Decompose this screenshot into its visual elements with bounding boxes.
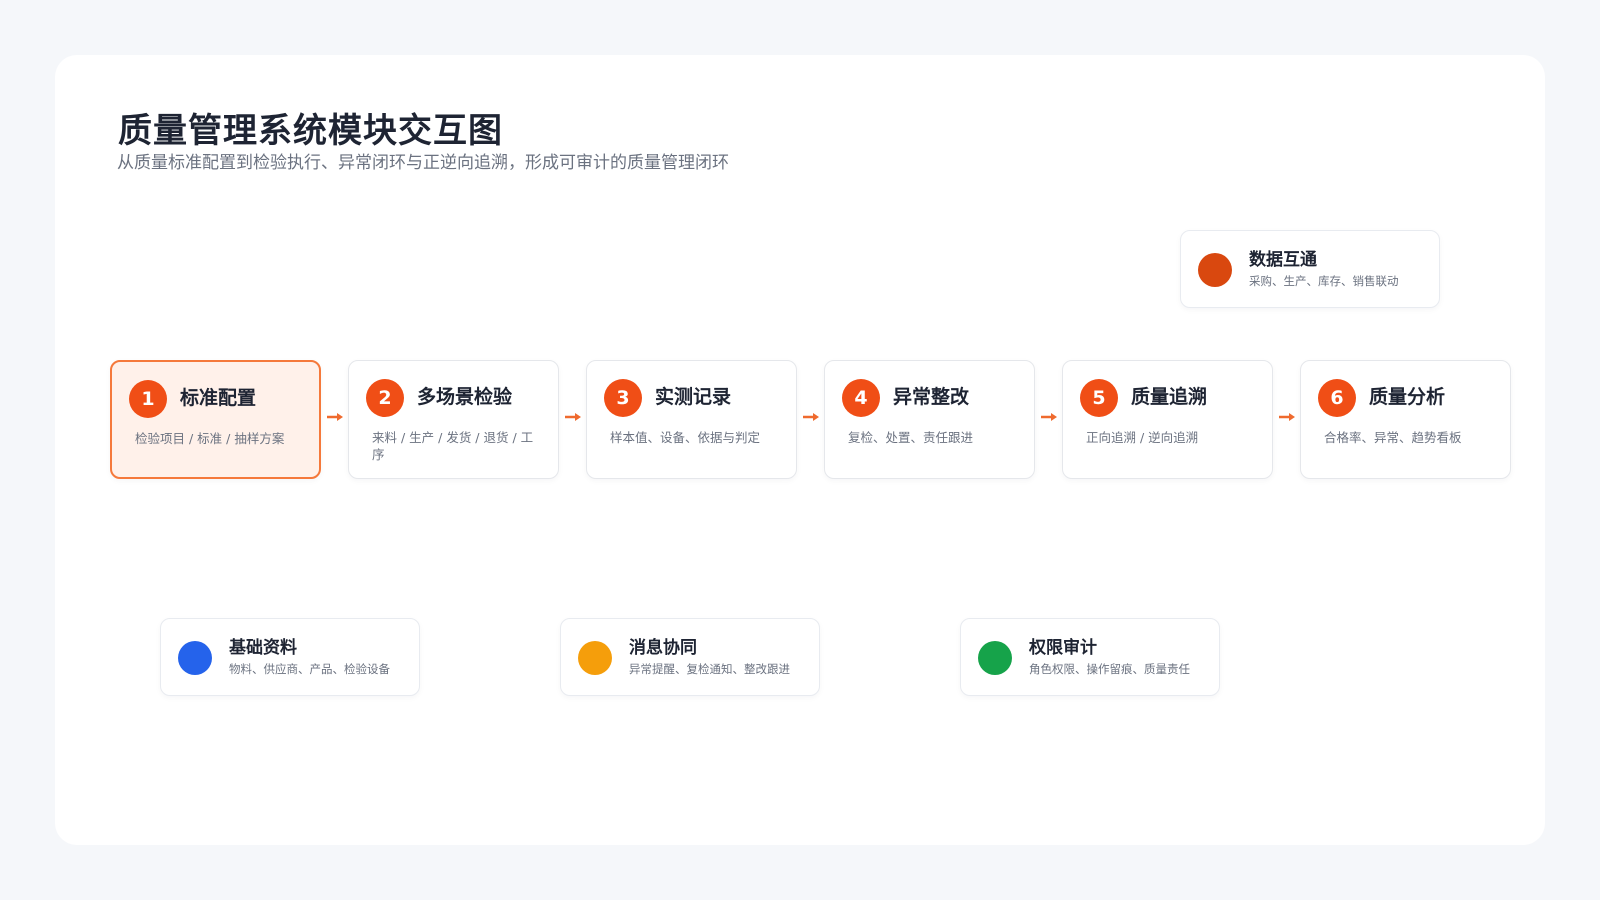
- arrow-right-icon: [1279, 413, 1295, 421]
- module-name: 基础资料: [229, 638, 297, 658]
- base-data-dot-icon: [178, 641, 212, 675]
- module-base-data[interactable]: 基础资料 物料、供应商、产品、检验设备: [160, 618, 420, 696]
- step-quality-traceability[interactable]: 5 质量追溯 正向追溯 / 逆向追溯: [1062, 360, 1273, 479]
- arrow-right-icon: [1041, 413, 1057, 421]
- module-desc: 角色权限、操作留痕、质量责任: [1029, 662, 1190, 676]
- step-label: 实测记录: [655, 386, 732, 408]
- step-standard-config[interactable]: 1 标准配置 检验项目 / 标准 / 抽样方案: [110, 360, 321, 479]
- step-desc: 正向追溯 / 逆向追溯: [1086, 430, 1199, 445]
- step-exception-rectification[interactable]: 4 异常整改 复检、处置、责任跟进: [824, 360, 1035, 479]
- step-number-badge: 3: [604, 379, 642, 417]
- page-subtitle: 从质量标准配置到检验执行、异常闭环与正逆向追溯，形成可审计的质量管理闭环: [117, 153, 729, 173]
- diagram-card: 质量管理系统模块交互图 从质量标准配置到检验执行、异常闭环与正逆向追溯，形成可审…: [55, 55, 1545, 845]
- step-quality-analysis[interactable]: 6 质量分析 合格率、异常、趋势看板: [1300, 360, 1511, 479]
- module-message-collab[interactable]: 消息协同 异常提醒、复检通知、整改跟进: [560, 618, 820, 696]
- step-number-badge: 5: [1080, 379, 1118, 417]
- data-hub-box[interactable]: 数据互通 采购、生产、库存、销售联动: [1180, 230, 1440, 308]
- permission-audit-dot-icon: [978, 641, 1012, 675]
- step-number-badge: 2: [366, 379, 404, 417]
- step-label: 质量追溯: [1131, 386, 1208, 408]
- step-measurement-record[interactable]: 3 实测记录 样本值、设备、依据与判定: [586, 360, 797, 479]
- step-number-badge: 4: [842, 379, 880, 417]
- step-label: 多场景检验: [417, 386, 513, 408]
- arrow-right-icon: [565, 413, 581, 421]
- arrow-right-icon: [803, 413, 819, 421]
- page-title: 质量管理系统模块交互图: [118, 111, 503, 151]
- step-desc: 合格率、异常、趋势看板: [1324, 430, 1462, 445]
- step-label: 质量分析: [1369, 386, 1446, 408]
- data-hub-dot-icon: [1198, 253, 1232, 287]
- module-name: 权限审计: [1029, 638, 1097, 658]
- module-desc: 异常提醒、复检通知、整改跟进: [629, 662, 790, 676]
- step-number-badge: 1: [129, 380, 167, 418]
- step-number-badge: 6: [1318, 379, 1356, 417]
- data-hub-name: 数据互通: [1249, 250, 1317, 270]
- step-desc: 样本值、设备、依据与判定: [610, 430, 761, 445]
- step-multi-scenario-inspection[interactable]: 2 多场景检验 来料 / 生产 / 发货 / 退货 / 工序: [348, 360, 559, 479]
- step-desc: 检验项目 / 标准 / 抽样方案: [135, 431, 285, 446]
- message-collab-dot-icon: [578, 641, 612, 675]
- step-label: 标准配置: [180, 387, 257, 409]
- step-label: 异常整改: [893, 386, 970, 408]
- step-desc: 来料 / 生产 / 发货 / 退货 / 工序: [372, 430, 534, 462]
- module-name: 消息协同: [629, 638, 697, 658]
- data-hub-desc: 采购、生产、库存、销售联动: [1249, 274, 1399, 288]
- module-desc: 物料、供应商、产品、检验设备: [229, 662, 390, 676]
- arrow-right-icon: [327, 413, 343, 421]
- module-permission-audit[interactable]: 权限审计 角色权限、操作留痕、质量责任: [960, 618, 1220, 696]
- step-desc: 复检、处置、责任跟进: [848, 430, 974, 445]
